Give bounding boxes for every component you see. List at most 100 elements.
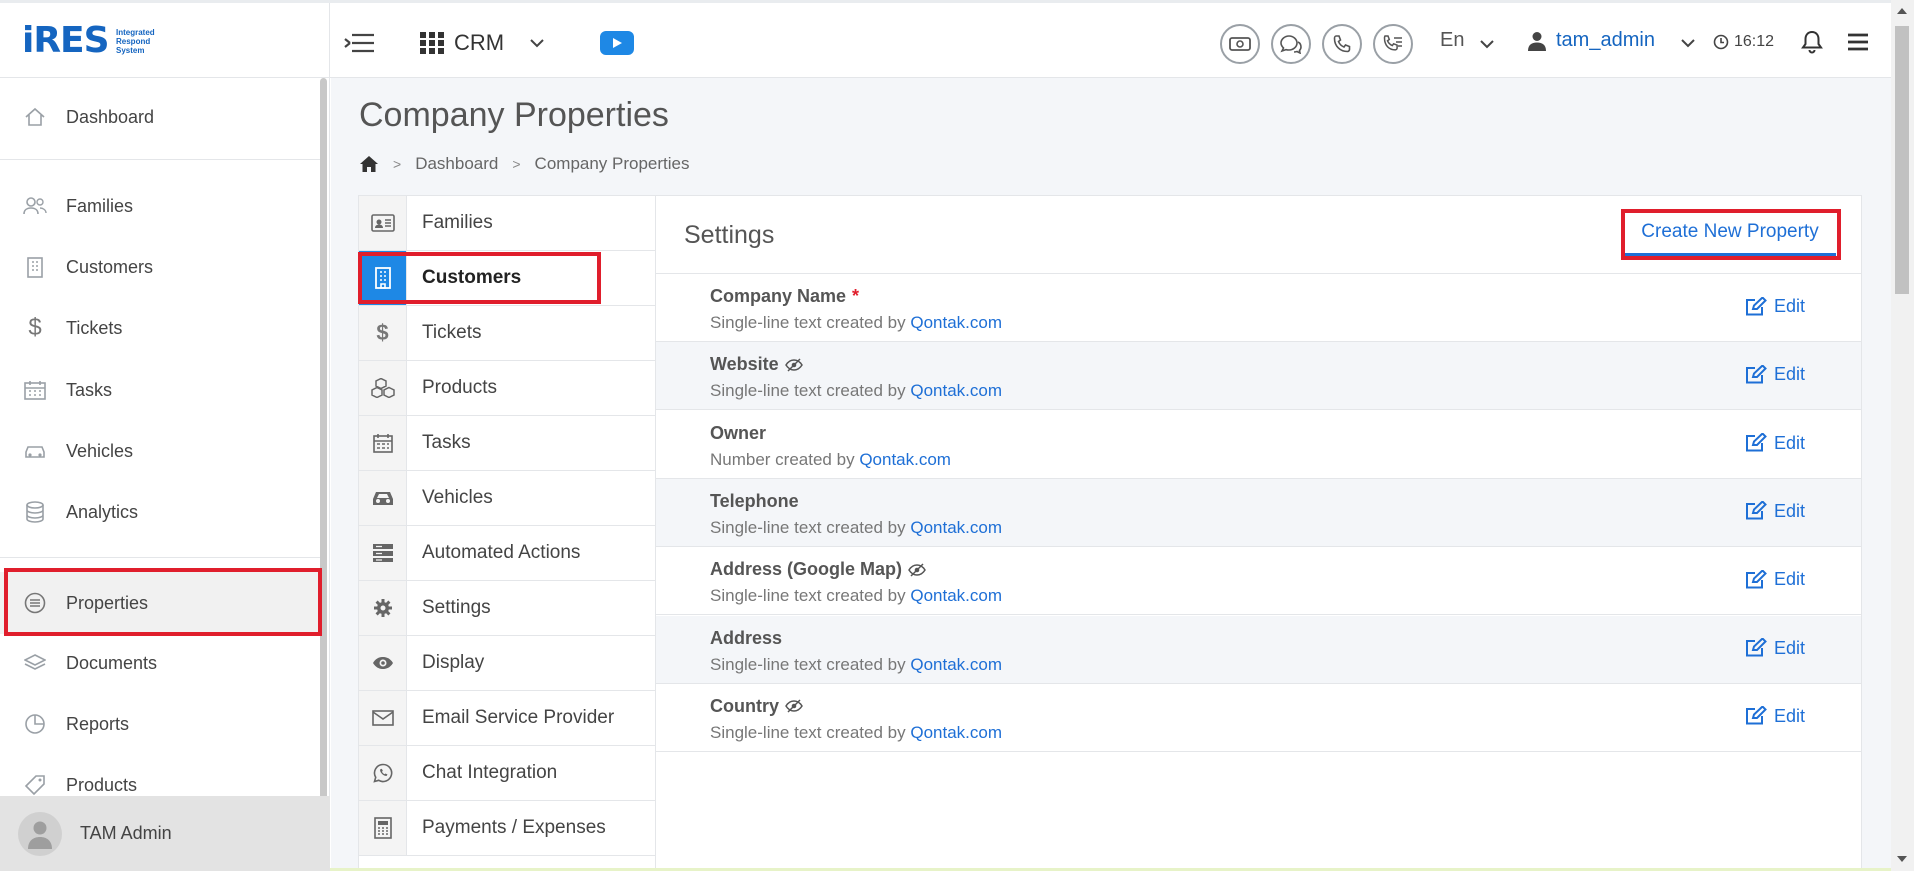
- settings-nav-label: Vehicles: [422, 487, 493, 508]
- scroll-up-arrow[interactable]: [1897, 8, 1907, 14]
- clock-time: 16:12: [1734, 33, 1775, 50]
- settings-nav-chat-integration[interactable]: Chat Integration: [359, 746, 655, 801]
- call-list-icon: [1383, 35, 1402, 51]
- create-new-property-button[interactable]: Create New Property: [1624, 210, 1836, 256]
- edit-property-button[interactable]: Edit: [1745, 569, 1805, 590]
- sidebar-item-documents[interactable]: Documents: [0, 634, 320, 692]
- edit-property-button[interactable]: Edit: [1745, 706, 1805, 727]
- property-title: Website: [710, 354, 803, 375]
- calendar-icon: [359, 416, 407, 470]
- sidebar-item-label: Reports: [66, 713, 130, 734]
- bell-icon: [1801, 30, 1823, 54]
- call-list-button[interactable]: [1373, 24, 1413, 64]
- money-button[interactable]: [1220, 24, 1260, 64]
- settings-nav-payments-expenses[interactable]: Payments / Expenses: [359, 801, 655, 856]
- settings-nav-email-service-provider[interactable]: Email Service Provider: [359, 691, 655, 746]
- phone-button[interactable]: [1322, 24, 1362, 64]
- apps-grid-icon: [420, 32, 444, 54]
- youtube-icon: [613, 38, 622, 48]
- youtube-button[interactable]: [600, 31, 634, 55]
- edit-property-button[interactable]: Edit: [1745, 638, 1805, 659]
- scrollbar-thumb[interactable]: [1895, 26, 1909, 294]
- sidebar-item-tasks[interactable]: Tasks: [0, 361, 320, 419]
- scroll-down-arrow[interactable]: [1897, 856, 1907, 862]
- settings-nav-label: Display: [422, 652, 485, 673]
- sidebar-item-tickets[interactable]: $ Tickets: [0, 299, 320, 357]
- home-icon[interactable]: [359, 155, 379, 173]
- top-bar: iRES Integrated Respond System CRM En ta…: [0, 0, 1914, 78]
- property-description: Single-line text created by Qontak.com: [710, 723, 1002, 743]
- edit-icon: [1745, 501, 1767, 521]
- edit-label: Edit: [1774, 500, 1806, 521]
- property-row: Address (Google Map) Single-line text cre…: [656, 547, 1861, 616]
- edit-property-button[interactable]: Edit: [1745, 501, 1805, 522]
- logo[interactable]: iRES Integrated Respond System: [0, 3, 330, 78]
- sidebar-item-reports[interactable]: Reports: [0, 695, 320, 753]
- property-creator-link[interactable]: Qontak.com: [910, 586, 1002, 605]
- sidebar-scrollbar[interactable]: [320, 78, 327, 858]
- property-type: Number created by: [710, 449, 855, 469]
- property-name: Owner: [710, 422, 767, 443]
- sidebar-item-label: Customers: [66, 256, 154, 277]
- language-selector[interactable]: En: [1440, 29, 1496, 52]
- page-scrollbar[interactable]: [1891, 0, 1914, 871]
- breadcrumb-item: Company Properties: [534, 154, 690, 173]
- property-creator-link[interactable]: Qontak.com: [910, 723, 1002, 742]
- settings-nav-display[interactable]: Display: [359, 636, 655, 691]
- edit-property-button[interactable]: Edit: [1745, 296, 1805, 317]
- calculator-icon: [359, 801, 407, 855]
- settings-nav-products[interactable]: Products: [359, 361, 655, 416]
- id-card-icon: [359, 196, 407, 250]
- sidebar-item-label: Products: [66, 774, 138, 795]
- user-menu[interactable]: tam_admin: [1528, 29, 1697, 52]
- settings-nav-automated-actions[interactable]: Automated Actions: [359, 526, 655, 581]
- settings-nav-label: Payments / Expenses: [422, 817, 606, 838]
- settings-nav-tickets[interactable]: $ Tickets: [359, 306, 655, 361]
- settings-nav-settings[interactable]: Settings: [359, 581, 655, 636]
- settings-nav-customers[interactable]: Customers: [359, 251, 655, 306]
- settings-nav-label: Chat Integration: [422, 762, 558, 783]
- sidebar-item-analytics[interactable]: Analytics: [0, 483, 320, 541]
- property-row: Owner Number created by Qontak.com Edit: [656, 411, 1861, 479]
- sidebar-item-properties[interactable]: Properties: [0, 572, 320, 634]
- edit-property-button[interactable]: Edit: [1745, 433, 1805, 454]
- gear-icon: [359, 581, 407, 635]
- edit-icon: [1745, 296, 1767, 317]
- property-creator-link[interactable]: Qontak.com: [910, 655, 1002, 674]
- sidebar-item-label: Dashboard: [66, 106, 155, 127]
- chevron-down-icon: [1681, 38, 1695, 47]
- settings-nav-families[interactable]: Families: [359, 196, 655, 251]
- module-switcher[interactable]: CRM: [420, 25, 580, 61]
- property-creator-link[interactable]: Qontak.com: [910, 518, 1002, 537]
- property-creator-link[interactable]: Qontak.com: [910, 381, 1002, 400]
- language-label: En: [1440, 29, 1465, 51]
- property-row: Address Single-line text created by Qonta…: [656, 615, 1861, 684]
- sidebar-item-customers[interactable]: Customers: [0, 238, 320, 296]
- property-name: Address (Google Map): [710, 559, 903, 580]
- main-menu-button[interactable]: [1842, 27, 1874, 57]
- settings-nav-vehicles[interactable]: Vehicles: [359, 471, 655, 526]
- menu-toggle-button[interactable]: [340, 25, 380, 61]
- settings-nav: Families Customers $ Tickets Products Ta…: [358, 195, 656, 871]
- sidebar-user[interactable]: TAM Admin: [0, 796, 330, 871]
- edit-property-button[interactable]: Edit: [1745, 364, 1805, 385]
- main-content: Company Properties > Dashboard > Company…: [331, 78, 1891, 871]
- edit-label: Edit: [1774, 569, 1806, 590]
- sidebar-item-dashboard[interactable]: Dashboard: [0, 88, 320, 146]
- property-creator-link[interactable]: Qontak.com: [859, 450, 951, 469]
- property-creator-link[interactable]: Qontak.com: [910, 313, 1002, 332]
- settings-nav-tasks[interactable]: Tasks: [359, 416, 655, 471]
- logo-mark: iRES: [22, 20, 110, 61]
- settings-nav-label: Products: [422, 377, 497, 398]
- sidebar-item-label: Tickets: [66, 317, 123, 338]
- eye-slash-icon: [908, 563, 926, 577]
- sidebar-item-families[interactable]: Families: [0, 177, 320, 235]
- property-description: Single-line text created by Qontak.com: [710, 381, 1002, 401]
- sidebar-item-vehicles[interactable]: Vehicles: [0, 422, 320, 480]
- breadcrumb-item[interactable]: Dashboard: [415, 154, 498, 174]
- sidebar-item-label: Properties: [66, 592, 149, 613]
- notifications-button[interactable]: [1797, 27, 1827, 57]
- sidebar-user-name: TAM Admin: [80, 823, 172, 843]
- breadcrumb: > Dashboard > Company Properties: [359, 154, 690, 174]
- chat-button[interactable]: [1271, 24, 1311, 64]
